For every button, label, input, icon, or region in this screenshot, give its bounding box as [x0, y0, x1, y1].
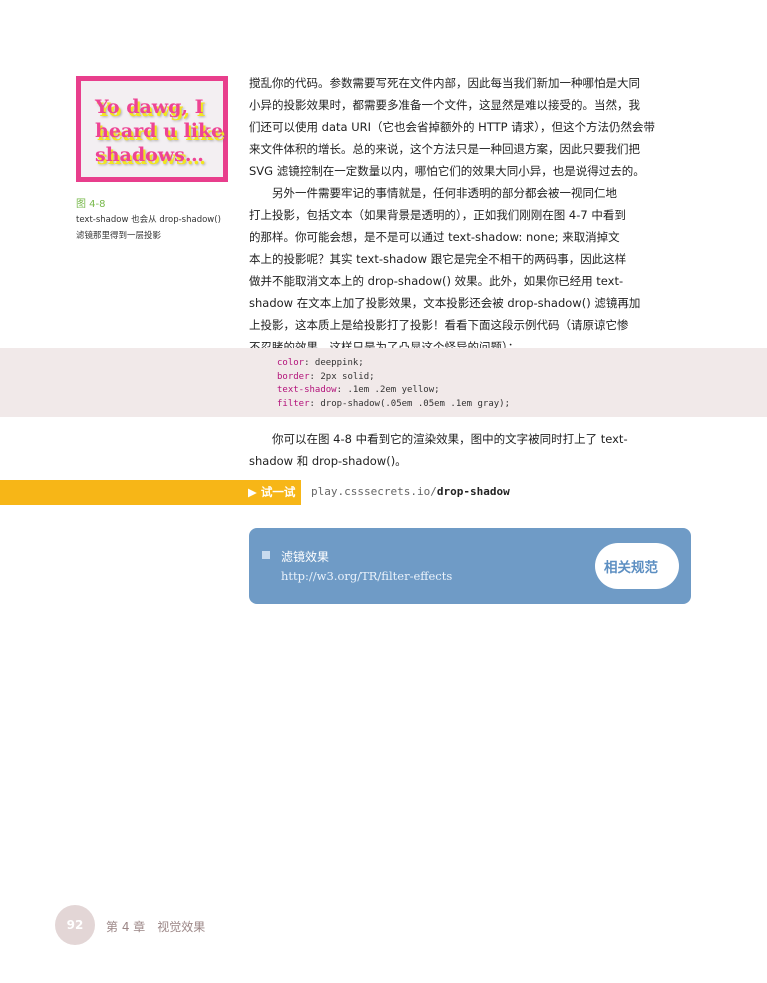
- figure-caption-line: text-shadow 也会从 drop-shadow(): [76, 215, 221, 225]
- code-line: text-shadow: .1em .2em yellow;: [277, 384, 510, 398]
- try-it-link[interactable]: play.csssecrets.io/drop-shadow: [311, 485, 510, 498]
- try-it-url-prefix: play.csssecrets.io/: [311, 485, 437, 498]
- page-number: 92: [66, 918, 84, 932]
- code-line: filter: drop-shadow(.05em .05em .1em gra…: [277, 398, 510, 412]
- code-property: color: [277, 358, 305, 368]
- paragraph-3: 你可以在图 4-8 中看到它的渲染效果，图中的文字被同时打上了 text- sh…: [249, 428, 691, 472]
- figure-label: 图 4-8: [76, 199, 106, 210]
- code-value: : deeppink;: [304, 358, 364, 368]
- text-line: 小异的投影效果时，都需要多准备一个文件，这显然是难以接受的。当然，我: [249, 98, 640, 112]
- text-line: 搅乱你的代码。参数需要写死在文件内部，因此每当我们新加一种哪怕是大同: [249, 76, 640, 90]
- text-line: 来文件体积的增长。总的来说，这个方法只是一种回退方案，因此只要我们把: [249, 142, 640, 156]
- text-line: 上投影，这本质上是给投影打了投影！看看下面这段示例代码（请原谅它惨: [249, 318, 629, 332]
- figure-caption: text-shadow 也会从 drop-shadow() 滤镜那里得到一层投影: [76, 212, 236, 244]
- code-property: text-shadow: [277, 385, 337, 395]
- code-value: : .1em .2em yellow;: [336, 385, 440, 395]
- text-line: 打上投影，包括文本（如果背景是透明的），正如我们刚刚在图 4-7 中看到: [249, 208, 626, 222]
- paragraph-2: 另外一件需要牢记的事情就是，任何非透明的部分都会被一视同仁地 打上投影，包括文本…: [249, 182, 691, 358]
- text-line: 做并不能取消文本上的 drop-shadow() 效果。此外，如果你已经用 te…: [249, 274, 624, 288]
- code-property: border: [277, 371, 310, 382]
- try-it-url-path: drop-shadow: [436, 485, 510, 498]
- figure-image-text: Yo dawg, I heard u like shadows…: [95, 96, 224, 166]
- code-value: : drop-shadow(.05em .05em .1em gray);: [309, 398, 510, 409]
- text-line: 另外一件需要牢记的事情就是，任何非透明的部分都会被一视同仁地: [249, 186, 617, 200]
- figure-image: Yo dawg, I heard u like shadows…: [76, 76, 228, 182]
- text-line: 你可以在图 4-8 中看到它的渲染效果，图中的文字被同时打上了 text-: [249, 432, 628, 446]
- text-line: 本上的投影呢？其实 text-shadow 跟它是完全不相干的两码事，因此这样: [249, 252, 627, 266]
- code-line: border: 2px solid;: [277, 371, 510, 385]
- code-line: color: deeppink;: [277, 357, 510, 371]
- code-block: color: deeppink; border: 2px solid; text…: [277, 357, 510, 411]
- code-property: filter: [277, 398, 310, 409]
- text-line: shadow 在文本上加了投影效果，文本投影还会被 drop-shadow() …: [249, 296, 641, 310]
- text-line: 的那样。你可能会想，是不是可以通过 text-shadow: none; 来取消…: [249, 230, 620, 244]
- chapter-title: 第 4 章 视觉效果: [106, 920, 206, 934]
- square-bullet-icon: [262, 551, 270, 559]
- try-it-label: ▶ 试一试: [248, 485, 296, 499]
- spec-link[interactable]: http://w3.org/TR/filter-effects: [281, 569, 452, 583]
- text-line: shadow 和 drop-shadow()。: [249, 454, 407, 468]
- code-value: : 2px solid;: [309, 371, 375, 382]
- text-line: SVG 滤镜控制在一定数量以内，哪怕它们的效果大同小异，也是说得过去的。: [249, 164, 645, 178]
- spec-badge-label: 相关规范: [604, 560, 658, 576]
- text-line: 们还可以使用 data URI（它也会省掉额外的 HTTP 请求），但这个方法仍…: [249, 120, 656, 134]
- paragraph-1: 搅乱你的代码。参数需要写死在文件内部，因此每当我们新加一种哪怕是大同 小异的投影…: [249, 72, 691, 182]
- spec-title: 滤镜效果: [281, 550, 330, 564]
- figure-caption-line: 滤镜那里得到一层投影: [76, 231, 162, 241]
